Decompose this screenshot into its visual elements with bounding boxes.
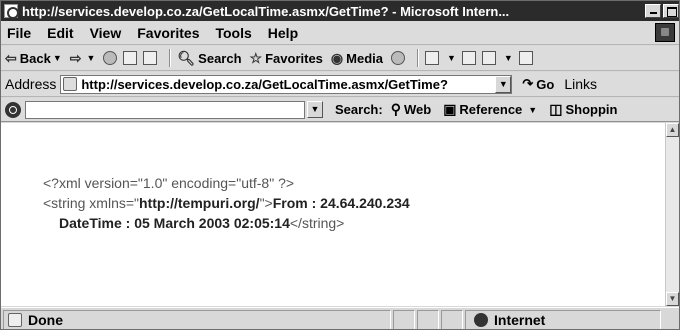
xml-tag-prefix: <string xmlns=": [43, 195, 140, 211]
edit-dropdown-icon[interactable]: ▼: [504, 53, 513, 63]
media-button[interactable]: ◉ Media: [331, 50, 383, 67]
scroll-down-icon[interactable]: ▼: [666, 292, 679, 306]
page-content: <?xml version="1.0" encoding="utf-8" ?> …: [1, 123, 667, 306]
go-label: Go: [536, 76, 555, 92]
discuss-icon[interactable]: [518, 51, 533, 65]
shopping-button[interactable]: ◫ Shoppin: [549, 101, 617, 118]
back-button[interactable]: ⇦ Back ▼: [5, 50, 62, 67]
xml-declaration: <?xml version="1.0" encoding="utf-8" ?>: [43, 175, 295, 191]
reference-dropdown-icon[interactable]: ▼: [528, 105, 537, 115]
home-icon[interactable]: [143, 51, 158, 65]
reference-label: Reference: [459, 102, 523, 117]
go-arrow-icon: ↷: [522, 76, 534, 91]
favorites-button[interactable]: ☆ Favorites: [250, 50, 323, 67]
media-icon: ◉: [330, 49, 344, 66]
address-label: Address: [5, 76, 57, 92]
back-arrow-icon: ⇦: [5, 49, 17, 66]
search-toolbar-label: Search:: [335, 102, 383, 117]
search-toolbar: ▼ Search: ⚲ Web ▣ Reference ▼ ◫ Shoppin: [1, 98, 679, 122]
status-pane: Done: [3, 309, 391, 329]
favorites-icon: ☆: [249, 49, 263, 66]
standard-toolbar: ⇦ Back ▼ ⇨ ▼ 🔍︎ Search ☆ Favorites ◉ Med…: [1, 46, 679, 71]
edit-icon[interactable]: [481, 51, 496, 65]
toolbar-divider: [169, 49, 172, 67]
reference-icon: ▣: [443, 101, 457, 117]
web-label: Web: [403, 102, 432, 117]
windows-logo-icon: [655, 23, 675, 42]
status-pane-empty: [441, 309, 463, 329]
toolbar-divider: [416, 49, 419, 67]
xml-tag-suffix: ">: [259, 195, 273, 211]
xml-namespace: http://tempuri.org/: [139, 195, 260, 211]
menu-favorites[interactable]: Favorites: [137, 25, 199, 41]
page-done-icon: [8, 312, 22, 327]
vertical-scrollbar[interactable]: ▲ ▼: [665, 123, 679, 306]
back-dropdown-icon[interactable]: ▼: [53, 53, 62, 63]
mail-icon[interactable]: [424, 51, 439, 65]
xml-string-open: <string xmlns="http://tempuri.org/">From…: [43, 193, 667, 213]
page-icon: [63, 77, 78, 91]
print-icon[interactable]: [461, 51, 476, 65]
menu-file[interactable]: File: [7, 25, 31, 41]
menu-bar: File Edit View Favorites Tools Help: [1, 21, 679, 45]
browser-window: http://services.develop.co.za/GetLocalTi…: [0, 0, 680, 330]
magnifier-icon: ⚲: [390, 101, 401, 117]
ie-icon: [4, 4, 19, 19]
go-button[interactable]: ↷ Go: [522, 76, 554, 92]
address-input[interactable]: http://services.develop.co.za/GetLocalTi…: [60, 74, 513, 94]
back-label: Back: [19, 50, 51, 66]
history-icon[interactable]: [390, 51, 405, 65]
xml-string-body: DateTime : 05 March 2003 02:05:14</strin…: [43, 213, 667, 233]
status-bar: Done Internet: [1, 307, 679, 329]
refresh-icon[interactable]: [123, 51, 138, 65]
favorites-label: Favorites: [265, 50, 323, 66]
search-provider-icon[interactable]: [5, 101, 21, 118]
address-bar: Address http://services.develop.co.za/Ge…: [1, 72, 679, 97]
address-value[interactable]: http://services.develop.co.za/GetLocalTi…: [81, 77, 495, 92]
search-icon: 🔍︎: [177, 49, 196, 66]
search-dropdown-icon[interactable]: ▼: [307, 101, 323, 118]
search-input[interactable]: [25, 100, 305, 119]
title-bar: http://services.develop.co.za/GetLocalTi…: [1, 1, 679, 21]
address-dropdown-icon[interactable]: ▼: [495, 75, 512, 93]
security-zone: Internet: [465, 309, 661, 329]
search-button[interactable]: 🔍︎ Search: [177, 50, 241, 67]
menu-help[interactable]: Help: [268, 25, 298, 41]
forward-button[interactable]: ⇨ ▼: [70, 50, 96, 67]
scroll-up-icon[interactable]: ▲: [666, 123, 679, 137]
minimize-button[interactable]: [645, 4, 661, 18]
internet-globe-icon: [474, 312, 488, 327]
menu-tools[interactable]: Tools: [215, 25, 251, 41]
menu-view[interactable]: View: [90, 25, 122, 41]
status-pane-empty: [393, 309, 415, 329]
status-text: Done: [28, 311, 63, 328]
shopping-label: Shoppin: [565, 102, 618, 117]
stop-icon[interactable]: [103, 51, 118, 65]
from-value: From : 24.64.240.234: [272, 195, 410, 211]
window-title: http://services.develop.co.za/GetLocalTi…: [22, 3, 510, 19]
mail-dropdown-icon[interactable]: ▼: [447, 53, 456, 63]
links-button[interactable]: Links: [564, 76, 597, 92]
zone-label: Internet: [494, 311, 546, 328]
forward-arrow-icon: ⇨: [69, 49, 82, 66]
xml-string-close: </string>: [289, 215, 345, 231]
reference-button[interactable]: ▣ Reference ▼: [443, 101, 537, 118]
datetime-value: DateTime : 05 March 2003 02:05:14: [59, 215, 290, 231]
web-search-button[interactable]: ⚲ Web: [391, 101, 431, 118]
menu-edit[interactable]: Edit: [47, 25, 73, 41]
search-label: Search: [198, 50, 242, 66]
shopping-icon: ◫: [549, 101, 563, 117]
status-pane-empty: [417, 309, 439, 329]
media-label: Media: [346, 50, 383, 66]
maximize-button[interactable]: [663, 4, 679, 18]
forward-dropdown-icon[interactable]: ▼: [86, 53, 95, 63]
